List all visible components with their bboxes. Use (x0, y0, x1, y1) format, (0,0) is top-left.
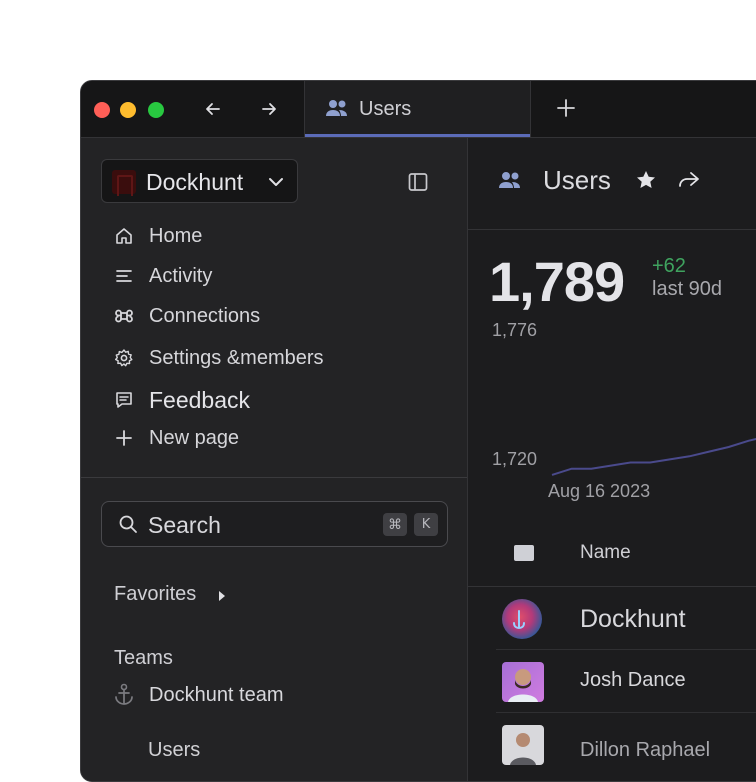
activity-icon (113, 265, 135, 287)
table-header: Name (468, 518, 756, 587)
new-tab-button[interactable] (555, 97, 577, 124)
plus-icon (113, 427, 135, 449)
sidebar-item-label: Connections (149, 304, 261, 327)
sidebar-item-users[interactable]: Users (148, 739, 200, 762)
row-name: Dockhunt (580, 605, 686, 633)
chart-y-tick-top: 1,776 (492, 320, 538, 340)
users-icon (326, 100, 347, 116)
user-growth-chart (551, 437, 756, 476)
teams-section-label: Teams (114, 647, 173, 669)
sidebar-item-label: Settings &members (149, 346, 324, 369)
workspace-logo (112, 170, 136, 196)
shortcut-key-k: K (414, 513, 438, 536)
command-icon (113, 305, 135, 327)
table-row[interactable]: Dockhunt (496, 587, 756, 650)
home-icon (113, 225, 135, 247)
workspace-switcher[interactable]: Dockhunt (101, 159, 298, 203)
caret-right-icon[interactable] (217, 589, 227, 603)
sidebar-item-team[interactable]: Dockhunt team (113, 683, 284, 707)
user-count: 1,789 (489, 250, 625, 313)
row-name: Josh Dance (580, 669, 686, 691)
row-name: Dillon Raphael (580, 739, 711, 761)
back-button[interactable] (200, 96, 226, 122)
chart-series-line (551, 437, 756, 476)
main-content: Users 1,789 +62 last 90d 1,776 1,720 Aug… (468, 138, 756, 781)
avatar (502, 662, 544, 702)
search-placeholder: Search (148, 512, 221, 538)
active-tab-indicator (305, 134, 530, 137)
workspace-name: Dockhunt (146, 169, 244, 195)
anchor-icon (513, 610, 525, 630)
sidebar-item-activity[interactable]: Activity (113, 261, 212, 291)
arrow-right-icon (262, 103, 276, 115)
app-window: Users Dockhunt Home Activity Connections… (80, 80, 756, 782)
sidebar-item-label: New page (149, 426, 240, 449)
sidebar-item-label: Home (149, 224, 203, 247)
sidebar-item-label: Feedback (149, 386, 251, 413)
minimize-window-button[interactable] (120, 102, 136, 118)
search-icon (119, 515, 137, 533)
shortcut-key-cmd: ⌘ (383, 513, 407, 536)
sidebar-item-feedback[interactable]: Feedback (113, 385, 250, 415)
select-all-checkbox[interactable] (514, 545, 534, 561)
toggle-sidebar-button[interactable] (407, 171, 429, 198)
gear-icon (113, 347, 135, 369)
arrow-left-icon (206, 103, 220, 115)
table-row[interactable]: Dillon Raphael (496, 713, 756, 775)
sidebar-item-home[interactable]: Home (113, 221, 202, 251)
avatar (502, 725, 544, 765)
search-input[interactable]: Search ⌘ K (101, 501, 448, 547)
feedback-icon (113, 389, 135, 411)
page-header: Users (468, 138, 756, 230)
page-title: Users (543, 165, 611, 195)
tab-label: Users (359, 98, 412, 120)
team-name: Dockhunt team (149, 683, 284, 706)
plus-icon (557, 99, 575, 117)
maximize-window-button[interactable] (148, 102, 164, 118)
anchor-icon (115, 683, 133, 705)
column-header-name[interactable]: Name (580, 542, 631, 564)
chevron-down-icon (269, 178, 283, 186)
avatar (502, 599, 542, 639)
sidebar-item-connections[interactable]: Connections (113, 301, 260, 331)
sidebar: Dockhunt Home Activity Connections Setti… (81, 138, 468, 781)
close-window-button[interactable] (94, 102, 110, 118)
forward-button[interactable] (256, 96, 282, 122)
sidebar-item-new-page[interactable]: New page (113, 423, 239, 453)
sidebar-item-label: Activity (149, 264, 213, 287)
sidebar-panel-icon (408, 173, 428, 191)
share-icon[interactable] (677, 169, 701, 191)
sidebar-item-settings[interactable]: Settings &members (113, 343, 324, 373)
sidebar-divider (81, 477, 467, 478)
table-row[interactable]: Josh Dance (496, 650, 756, 713)
star-icon[interactable] (635, 169, 657, 191)
tab-users[interactable]: Users (304, 81, 531, 137)
delta-period: last 90d (652, 278, 723, 300)
user-count-delta: +62 (652, 255, 686, 277)
users-icon (499, 172, 520, 188)
favorites-section[interactable]: Favorites (114, 583, 196, 606)
title-bar: Users (81, 81, 756, 138)
